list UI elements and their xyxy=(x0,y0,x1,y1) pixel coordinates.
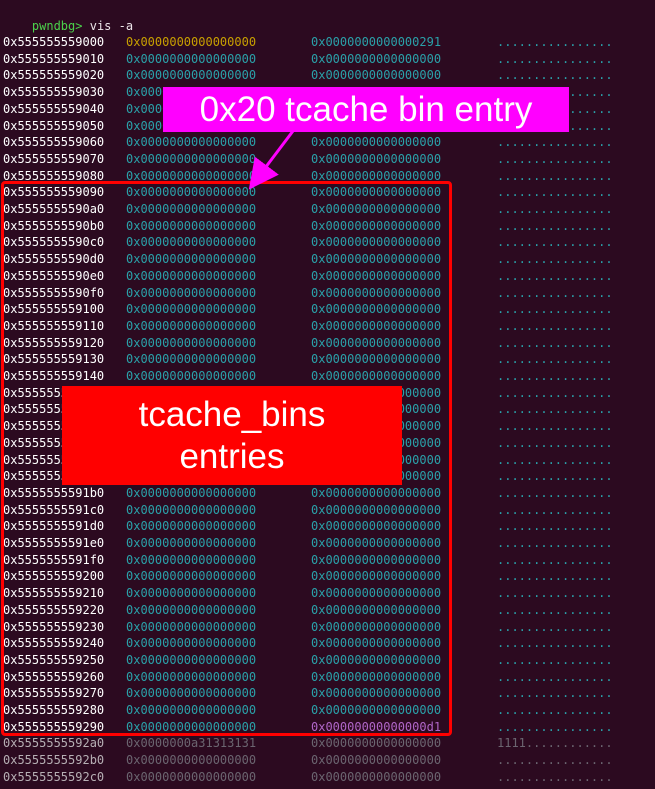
tcache-entry-annotation: 0x20 tcache bin entry xyxy=(163,87,569,132)
terminal-window[interactable]: pwndbg> vis -a 0x555555559000 0x000000000… xyxy=(0,0,655,789)
tcache-bins-annotation-line2: entries xyxy=(179,436,285,476)
tcache-bins-annotation-line1: tcache_bins xyxy=(138,394,326,434)
tcache-entry-annotation-text: 0x20 tcache bin entry xyxy=(199,89,533,129)
tcache-bins-annotation: tcache_bins entries xyxy=(62,386,402,485)
